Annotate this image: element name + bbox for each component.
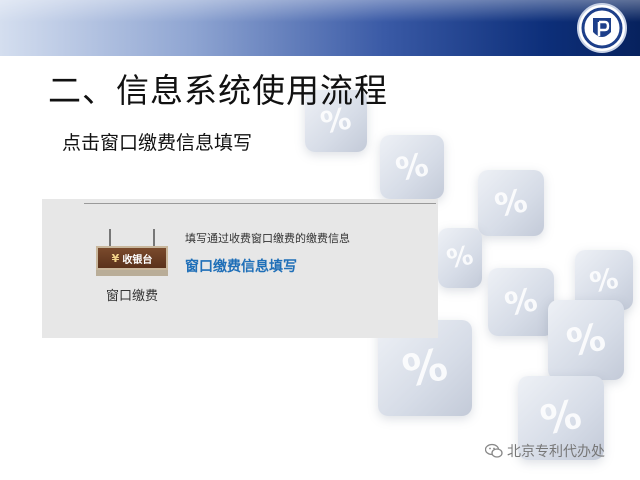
window-payment-caption[interactable]: 窗口缴费 (106, 285, 158, 304)
sign-strip (96, 270, 168, 276)
panel-divider (84, 203, 436, 204)
decor-cube: % (548, 300, 624, 380)
decor-cube: % (380, 135, 444, 199)
slide-title: 二、信息系统使用流程 (48, 71, 388, 110)
decor-cube: % (478, 170, 544, 236)
window-payment-info-link[interactable]: 窗口缴费信息填写 (185, 256, 297, 276)
sign-hooks (109, 229, 155, 247)
sign-label: 收银台 (122, 254, 153, 266)
panel-description: 填写通过收费窗口缴费的缴费信息 (185, 232, 350, 245)
watermark-text: 北京专利代办处 (507, 444, 605, 460)
banner-shine (0, 0, 640, 22)
decor-cube: % (488, 268, 554, 336)
shield-p-emblem-icon (577, 3, 627, 53)
wechat-icon (485, 443, 503, 458)
yen-icon: ¥ (111, 251, 120, 265)
slide-subtitle: 点击窗口缴费信息填写 (62, 132, 253, 154)
decor-cube: % (438, 228, 482, 288)
cashier-sign-icon[interactable]: ¥ 收银台 (96, 229, 168, 276)
top-banner (0, 0, 640, 56)
watermark: 北京专利代办处 (485, 441, 605, 461)
sign-board: ¥ 收银台 (96, 246, 168, 270)
payment-panel: ¥ 收银台 窗口缴费 填写通过收费窗口缴费的缴费信息 窗口缴费信息填写 (42, 199, 438, 338)
